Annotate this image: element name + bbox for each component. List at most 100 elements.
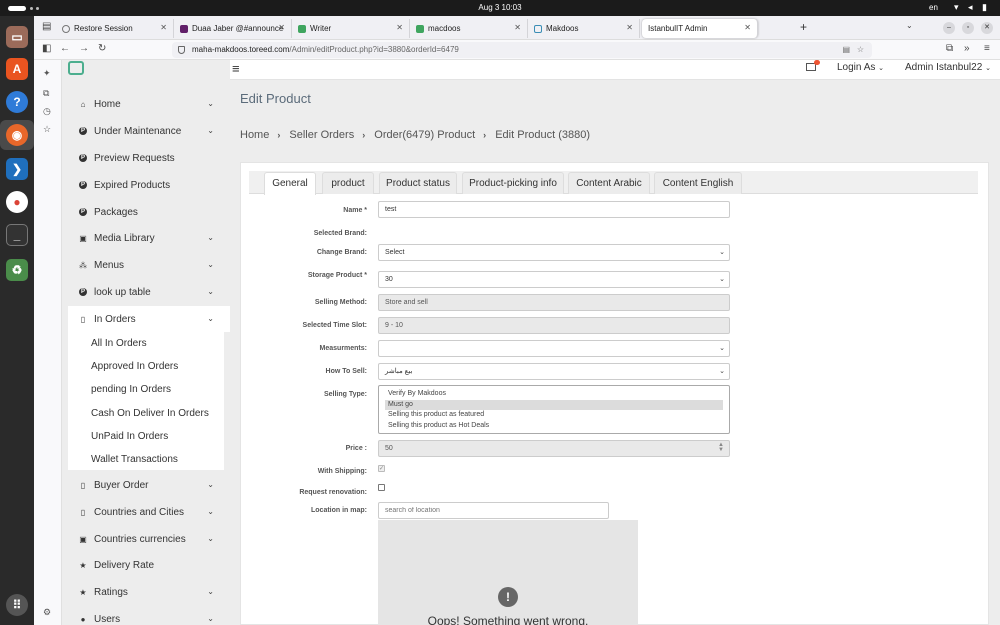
name-field[interactable]: test — [378, 201, 730, 218]
new-tab-icon[interactable]: + — [800, 20, 807, 34]
storage-product-select[interactable]: 30 ⌄ — [378, 271, 730, 288]
measurements-select[interactable]: ⌄ — [378, 340, 730, 357]
trash-icon[interactable]: ♻ — [6, 259, 28, 281]
sidebar-item-preview-requests[interactable]: P Preview Requests — [68, 145, 230, 171]
sidebar-item-countries-currencies[interactable]: ▣ Countries currencies ⌄ — [68, 526, 230, 552]
wifi-icon[interactable]: ▾ — [954, 2, 959, 13]
close-icon[interactable]: ✕ — [396, 23, 403, 32]
back-icon[interactable]: ← — [60, 43, 70, 54]
help-icon[interactable]: ? — [6, 91, 28, 113]
menu-icon[interactable]: ≡ — [984, 43, 990, 54]
tab-content-english[interactable]: Content English — [654, 172, 742, 194]
selling-type-option[interactable]: Verify By Makdoos — [385, 389, 723, 400]
submenu-cash-on-deliver[interactable]: Cash On Deliver In Orders — [91, 408, 209, 419]
location-search-input[interactable] — [378, 502, 609, 519]
terminal-icon[interactable]: _ — [6, 224, 28, 246]
customize-sidebar-icon[interactable]: ⚙ — [43, 607, 51, 618]
sidebar-item-delivery-rate[interactable]: ★ Delivery Rate — [68, 552, 230, 578]
sidebar-item-under-maintenance[interactable]: P Under Maintenance ⌄ — [68, 118, 230, 144]
user-dropdown[interactable]: Admin Istanbul22 ⌄ — [905, 62, 991, 73]
firefox-icon[interactable]: ◉ — [6, 124, 28, 146]
tab-product-picking-info[interactable]: Product-picking info — [462, 172, 564, 194]
sidebar-item-home[interactable]: ⌂ Home ⌄ — [68, 91, 230, 117]
selling-type-multiselect[interactable]: Verify By Makdoos Must go Selling this p… — [378, 385, 730, 434]
submenu-pending-in-orders[interactable]: pending In Orders — [91, 384, 171, 395]
reload-icon[interactable]: ↻ — [98, 43, 106, 54]
selling-type-option-selected[interactable]: Must go — [385, 399, 723, 410]
breadcrumb-order[interactable]: Order(6479) Product — [374, 129, 475, 141]
bookmark-star-icon[interactable]: ☆ — [857, 42, 864, 58]
breadcrumb-seller-orders[interactable]: Seller Orders — [289, 129, 354, 141]
tab-list-icon[interactable]: ⌄ — [906, 21, 913, 30]
close-icon[interactable]: ✕ — [278, 23, 285, 32]
battery-icon[interactable]: ▮ — [982, 2, 987, 13]
sidebar-toggle-icon[interactable]: ◧ — [42, 43, 51, 54]
files-icon[interactable]: ▭ — [6, 26, 28, 48]
forward-icon[interactable]: → — [79, 43, 89, 54]
close-window-icon[interactable]: ✕ — [981, 22, 993, 34]
hamburger-menu-icon[interactable]: ≡ — [232, 61, 240, 76]
vscode-icon[interactable]: ❯ — [6, 158, 28, 180]
selling-type-option[interactable]: Selling this product as featured — [385, 410, 723, 421]
sidebar-item-packages[interactable]: P Packages — [68, 199, 230, 225]
selling-type-option[interactable]: Selling this product as Hot Deals — [385, 421, 723, 432]
tab-content-arabic[interactable]: Content Arabic — [568, 172, 650, 194]
submenu-unpaid-in-orders[interactable]: UnPaid In Orders — [91, 431, 168, 442]
browser-tab[interactable]: macdoos ✕ — [410, 19, 528, 38]
sidebar-item-ratings[interactable]: ★ Ratings ⌄ — [68, 579, 230, 605]
sidebar-item-expired-products[interactable]: P Expired Products — [68, 172, 230, 198]
sidebar-item-users[interactable]: ● Users ⌄ — [68, 606, 230, 625]
synced-tabs-icon[interactable]: ⧉ — [43, 88, 49, 99]
tab-product[interactable]: product — [322, 172, 374, 194]
sidebar-item-lookup-table[interactable]: P look up table ⌄ — [68, 279, 230, 305]
breadcrumb-home[interactable]: Home — [240, 129, 269, 141]
sidebar-item-media-library[interactable]: ▣ Media Library ⌄ — [68, 225, 230, 251]
browser-tab[interactable]: Writer ✕ — [292, 19, 410, 38]
tab-favicon — [62, 24, 70, 33]
error-icon: ! — [498, 587, 518, 607]
request-renovation-checkbox[interactable] — [378, 484, 385, 491]
show-apps-icon[interactable]: ⠿ — [6, 594, 28, 616]
volume-icon[interactable]: ◂ — [968, 2, 973, 13]
how-to-sell-select[interactable]: بيع مباشر ⌄ — [378, 363, 730, 380]
chevron-right-icon: › — [277, 130, 281, 140]
login-as-dropdown[interactable]: Login As ⌄ — [837, 62, 884, 73]
browser-tab[interactable]: Makdoos ✕ — [528, 19, 640, 38]
extensions-icon[interactable]: ⧉ — [946, 43, 953, 54]
submenu-wallet-transactions[interactable]: Wallet Transactions — [91, 454, 178, 465]
input-language[interactable]: en — [929, 3, 938, 12]
url-bar[interactable]: maha-makdoos.toreed.com/Admin/editProduc… — [172, 42, 872, 58]
close-icon[interactable]: ✕ — [160, 23, 167, 32]
bookmarks-icon[interactable]: ☆ — [43, 124, 51, 135]
tab-general[interactable]: General — [264, 172, 316, 195]
submenu-approved-in-orders[interactable]: Approved In Orders — [91, 361, 178, 372]
reader-view-icon[interactable]: ▤ — [842, 42, 850, 58]
maximize-icon[interactable]: ▫ — [962, 22, 974, 34]
close-icon[interactable]: ✕ — [744, 23, 751, 32]
overflow-icon[interactable]: » — [964, 43, 970, 54]
close-icon[interactable]: ✕ — [626, 23, 633, 32]
money-icon: ▣ — [79, 534, 87, 544]
tab-product-status[interactable]: Product status — [379, 172, 457, 194]
system-clock[interactable]: Aug 3 10:03 — [0, 3, 1000, 12]
browser-tab-active[interactable]: IstanbulIT Admin ✕ — [642, 19, 758, 38]
app-center-icon[interactable]: A — [6, 58, 28, 80]
sidebar-item-buyer-order[interactable]: ▯ Buyer Order ⌄ — [68, 472, 230, 498]
tab-overview-icon[interactable]: ▤ — [42, 21, 51, 32]
sidebar-item-countries-cities[interactable]: ▯ Countries and Cities ⌄ — [68, 499, 230, 525]
sidebar-item-in-orders[interactable]: ▯ In Orders ⌄ — [68, 306, 230, 332]
change-brand-select[interactable]: Select ⌄ — [378, 244, 730, 261]
site-logo[interactable] — [68, 61, 84, 75]
browser-tab[interactable]: Duaa Jaber @#announce ✕ — [174, 19, 292, 38]
page-title: Edit Product — [240, 91, 311, 106]
submenu-all-in-orders[interactable]: All In Orders — [91, 338, 147, 349]
minimize-icon[interactable]: – — [943, 22, 955, 34]
ai-chat-icon[interactable]: ✦ — [43, 68, 51, 79]
chrome-icon[interactable]: ● — [6, 191, 28, 213]
sidebar-item-menus[interactable]: ⁂ Menus ⌄ — [68, 252, 230, 278]
chevron-right-icon: › — [483, 130, 487, 140]
sidebar-item-label: Expired Products — [94, 179, 171, 191]
browser-tab[interactable]: Restore Session ✕ — [56, 19, 174, 38]
close-icon[interactable]: ✕ — [514, 23, 521, 32]
history-icon[interactable]: ◷ — [43, 106, 51, 117]
